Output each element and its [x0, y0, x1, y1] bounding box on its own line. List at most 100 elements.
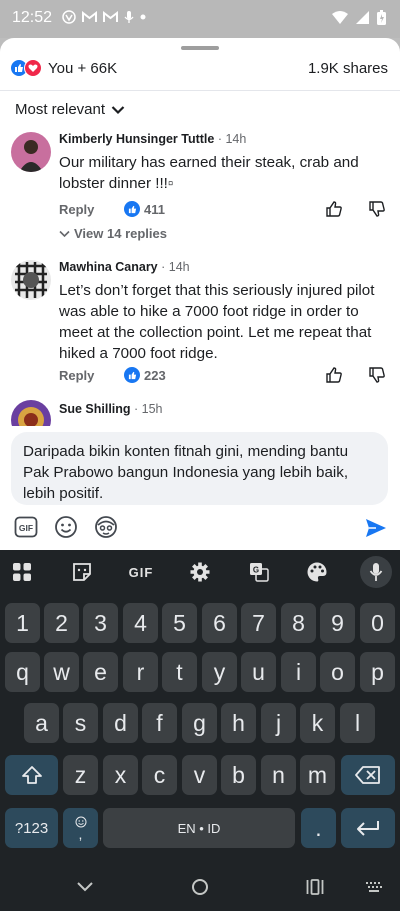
thumbs-up-icon[interactable]: [325, 200, 343, 218]
comment-author[interactable]: Kimberly Hunsinger Tuttle · 14h: [59, 132, 246, 146]
comment-input[interactable]: Daripada bikin konten fitnah gini, mendi…: [11, 432, 388, 505]
gmail-icon: [82, 11, 97, 22]
thumbs-down-icon[interactable]: [368, 366, 386, 384]
key-w[interactable]: w: [44, 652, 79, 692]
key-s[interactable]: s: [63, 703, 98, 743]
key-c[interactable]: c: [142, 755, 177, 795]
key-6[interactable]: 6: [202, 603, 237, 643]
key-f[interactable]: f: [142, 703, 177, 743]
space-bar[interactable]: EN • ID: [103, 808, 295, 848]
recents-icon: [306, 879, 324, 895]
shift-key[interactable]: [5, 755, 58, 795]
palette-icon: [307, 562, 327, 582]
key-e[interactable]: e: [83, 652, 118, 692]
key-q[interactable]: q: [5, 652, 40, 692]
key-d[interactable]: d: [103, 703, 138, 743]
symbols-key[interactable]: ?123: [5, 808, 58, 848]
drag-handle[interactable]: [181, 46, 219, 50]
comment: Mawhina Canary · 14h Let’s don’t forget …: [0, 258, 400, 392]
reactions-count: You + 66K: [48, 59, 118, 77]
voice-input-button[interactable]: [360, 556, 392, 588]
svg-text:GIF: GIF: [19, 523, 33, 533]
soft-keyboard: GIF G 1 2 3 4 5 6 7 8 9 0 q w e r t y u …: [0, 550, 400, 862]
key-t[interactable]: t: [162, 652, 197, 692]
dot-icon: [140, 14, 146, 20]
comment: Kimberly Hunsinger Tuttle · 14h Our mili…: [0, 130, 400, 252]
comment-likes[interactable]: 223: [124, 367, 166, 383]
avatar-sticker-button[interactable]: [94, 515, 118, 539]
key-n[interactable]: n: [261, 755, 296, 795]
backspace-key[interactable]: [341, 755, 395, 795]
sort-dropdown[interactable]: Most relevant: [15, 101, 125, 118]
keyboard-switch-button[interactable]: [363, 876, 385, 898]
key-i[interactable]: i: [281, 652, 316, 692]
key-v[interactable]: v: [182, 755, 217, 795]
key-7[interactable]: 7: [241, 603, 276, 643]
avatar[interactable]: [11, 400, 51, 428]
settings-button[interactable]: [188, 560, 212, 584]
key-m[interactable]: m: [300, 755, 335, 795]
recents-button[interactable]: [304, 876, 326, 898]
key-5[interactable]: 5: [162, 603, 197, 643]
chevron-down-icon: [59, 230, 70, 237]
back-button[interactable]: [74, 876, 96, 898]
gmail-icon: [103, 11, 118, 22]
comment-composer: Daripada bikin konten fitnah gini, mendi…: [0, 426, 400, 550]
sticker-button[interactable]: [70, 560, 94, 584]
shares-count[interactable]: 1.9K shares: [308, 60, 388, 77]
navigation-bar: [0, 862, 400, 911]
thumbs-down-icon[interactable]: [368, 200, 386, 218]
key-o[interactable]: o: [320, 652, 355, 692]
home-button[interactable]: [189, 876, 211, 898]
wifi-icon: [332, 11, 348, 24]
emoji-comma-key[interactable]: ,: [63, 808, 98, 848]
key-x[interactable]: x: [103, 755, 138, 795]
key-1[interactable]: 1: [5, 603, 40, 643]
key-b[interactable]: b: [221, 755, 256, 795]
enter-key[interactable]: [341, 808, 395, 848]
avatar-sticker-icon: [95, 516, 117, 538]
translate-button[interactable]: G: [247, 560, 271, 584]
key-j[interactable]: j: [261, 703, 296, 743]
reply-button[interactable]: Reply: [59, 368, 94, 383]
key-0[interactable]: 0: [360, 603, 395, 643]
home-circle-icon: [192, 879, 208, 895]
gif-key[interactable]: GIF: [127, 560, 155, 584]
view-replies-link[interactable]: View 14 replies: [59, 226, 167, 241]
emoji-button[interactable]: [54, 515, 78, 539]
key-p[interactable]: p: [360, 652, 395, 692]
microphone-icon: [369, 563, 383, 581]
key-g[interactable]: g: [182, 703, 217, 743]
avatar[interactable]: [11, 260, 51, 300]
key-k[interactable]: k: [300, 703, 335, 743]
comment-author[interactable]: Mawhina Canary · 14h: [59, 260, 190, 274]
key-3[interactable]: 3: [83, 603, 118, 643]
thumbs-up-icon[interactable]: [325, 366, 343, 384]
key-4[interactable]: 4: [123, 603, 158, 643]
key-u[interactable]: u: [241, 652, 276, 692]
apps-grid-button[interactable]: [10, 560, 34, 584]
key-8[interactable]: 8: [281, 603, 316, 643]
sort-label: Most relevant: [15, 101, 106, 118]
send-icon[interactable]: [364, 516, 388, 540]
status-bar: 12:52: [0, 0, 400, 38]
key-z[interactable]: z: [63, 755, 98, 795]
key-r[interactable]: r: [123, 652, 158, 692]
reply-button[interactable]: Reply: [59, 202, 94, 217]
period-key[interactable]: .: [301, 808, 336, 848]
key-2[interactable]: 2: [44, 603, 79, 643]
reactions-summary[interactable]: You + 66K: [10, 59, 117, 77]
comment-likes[interactable]: 411: [124, 201, 165, 217]
key-a[interactable]: a: [24, 703, 59, 743]
key-9[interactable]: 9: [320, 603, 355, 643]
key-l[interactable]: l: [340, 703, 375, 743]
theme-button[interactable]: [305, 560, 329, 584]
key-h[interactable]: h: [221, 703, 256, 743]
avatar[interactable]: [11, 132, 51, 172]
comment-author[interactable]: Sue Shilling · 15h: [59, 402, 163, 416]
gif-button[interactable]: GIF: [14, 515, 38, 539]
signal-icon: [356, 11, 369, 24]
key-y[interactable]: y: [202, 652, 237, 692]
translate-icon: G: [250, 563, 269, 582]
status-time: 12:52: [12, 9, 53, 26]
